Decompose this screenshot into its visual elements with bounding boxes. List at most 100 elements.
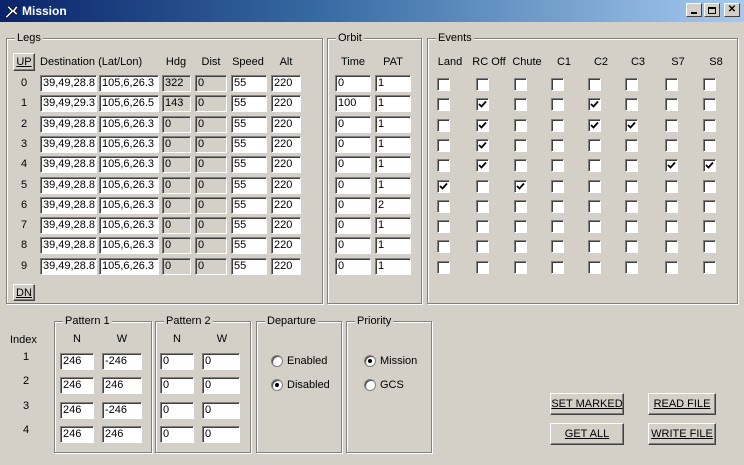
event-checkbox[interactable] [703, 78, 716, 91]
leg-lat-field[interactable]: 39,49,28.8 [40, 237, 97, 255]
pattern2-n-field[interactable]: 0 [160, 401, 194, 419]
event-checkbox[interactable] [437, 138, 450, 152]
event-checkbox[interactable] [437, 118, 450, 132]
leg-lat-field[interactable]: 39,49,29.3 [40, 95, 97, 113]
pattern2-w-field[interactable]: 0 [202, 377, 240, 395]
event-checkbox[interactable] [551, 78, 564, 91]
event-checkbox[interactable] [437, 260, 450, 274]
event-checkbox[interactable] [625, 78, 638, 91]
leg-alt-field[interactable]: 220 [271, 237, 301, 255]
pattern1-w-field[interactable]: -246 [102, 353, 142, 370]
orbit-time-field[interactable]: 0 [335, 75, 371, 92]
write-file-button[interactable]: WRITE FILE [648, 423, 716, 445]
event-checkbox[interactable] [588, 179, 601, 193]
orbit-pat-field[interactable]: 2 [375, 196, 411, 214]
event-checkbox[interactable] [665, 159, 678, 173]
event-checkbox[interactable] [665, 98, 678, 112]
event-checkbox[interactable] [665, 220, 678, 234]
orbit-pat-field[interactable]: 1 [375, 135, 411, 153]
leg-lon-field[interactable]: 105,6,26.3 [99, 257, 159, 275]
event-checkbox[interactable] [588, 118, 601, 132]
pattern2-w-field[interactable]: 0 [202, 353, 240, 370]
leg-lat-field[interactable]: 39,49,28.8 [40, 75, 97, 92]
event-checkbox[interactable] [514, 260, 527, 274]
leg-lat-field[interactable]: 39,49,28.8 [40, 257, 97, 275]
maximize-button[interactable] [704, 3, 720, 17]
event-checkbox[interactable] [588, 78, 601, 91]
pattern1-w-field[interactable]: 246 [102, 377, 142, 395]
event-checkbox[interactable] [476, 220, 489, 234]
event-checkbox[interactable] [514, 98, 527, 112]
leg-lon-field[interactable]: 105,6,26.5 [99, 95, 159, 113]
event-checkbox[interactable] [437, 98, 450, 112]
event-checkbox[interactable] [551, 118, 564, 132]
event-checkbox[interactable] [665, 78, 678, 91]
leg-speed-field[interactable]: 55 [231, 115, 267, 133]
pattern1-n-field[interactable]: 246 [60, 377, 94, 395]
event-checkbox[interactable] [588, 240, 601, 254]
orbit-time-field[interactable]: 0 [335, 196, 371, 214]
event-checkbox[interactable] [703, 260, 716, 274]
event-checkbox[interactable] [476, 118, 489, 132]
orbit-time-field[interactable]: 0 [335, 257, 371, 275]
leg-lon-field[interactable]: 105,6,26.3 [99, 135, 159, 153]
orbit-time-field[interactable]: 100 [335, 95, 371, 113]
pattern2-w-field[interactable]: 0 [202, 425, 240, 443]
event-checkbox[interactable] [437, 179, 450, 193]
leg-alt-field[interactable]: 220 [271, 156, 301, 174]
leg-alt-field[interactable]: 220 [271, 95, 301, 113]
orbit-pat-field[interactable]: 1 [375, 75, 411, 92]
event-checkbox[interactable] [703, 138, 716, 152]
leg-speed-field[interactable]: 55 [231, 217, 267, 235]
event-checkbox[interactable] [476, 260, 489, 274]
leg-lon-field[interactable]: 105,6,26.3 [99, 115, 159, 133]
up-button[interactable]: UP [13, 53, 35, 71]
orbit-time-field[interactable]: 0 [335, 176, 371, 194]
leg-alt-field[interactable]: 220 [271, 196, 301, 214]
event-checkbox[interactable] [437, 220, 450, 234]
event-checkbox[interactable] [703, 240, 716, 254]
pattern1-n-field[interactable]: 246 [60, 425, 94, 443]
event-checkbox[interactable] [588, 159, 601, 173]
leg-lon-field[interactable]: 105,6,26.3 [99, 156, 159, 174]
event-checkbox[interactable] [625, 260, 638, 274]
orbit-pat-field[interactable]: 1 [375, 156, 411, 174]
leg-speed-field[interactable]: 55 [231, 237, 267, 255]
leg-lon-field[interactable]: 105,6,26.3 [99, 217, 159, 235]
priority-mission-radio[interactable] [364, 355, 376, 367]
event-checkbox[interactable] [551, 179, 564, 193]
event-checkbox[interactable] [437, 159, 450, 173]
event-checkbox[interactable] [514, 199, 527, 213]
orbit-pat-field[interactable]: 1 [375, 95, 411, 113]
event-checkbox[interactable] [476, 240, 489, 254]
orbit-time-field[interactable]: 0 [335, 237, 371, 255]
orbit-pat-field[interactable]: 1 [375, 217, 411, 235]
leg-lat-field[interactable]: 39,49,28.8 [40, 135, 97, 153]
event-checkbox[interactable] [588, 260, 601, 274]
orbit-time-field[interactable]: 0 [335, 156, 371, 174]
leg-alt-field[interactable]: 220 [271, 115, 301, 133]
pattern1-w-field[interactable]: 246 [102, 425, 142, 443]
event-checkbox[interactable] [476, 98, 489, 112]
leg-speed-field[interactable]: 55 [231, 176, 267, 194]
event-checkbox[interactable] [514, 240, 527, 254]
priority-gcs-radio[interactable] [364, 379, 376, 391]
event-checkbox[interactable] [551, 138, 564, 152]
event-checkbox[interactable] [665, 138, 678, 152]
event-checkbox[interactable] [588, 138, 601, 152]
pattern2-n-field[interactable]: 0 [160, 377, 194, 395]
event-checkbox[interactable] [665, 118, 678, 132]
event-checkbox[interactable] [665, 240, 678, 254]
event-checkbox[interactable] [703, 199, 716, 213]
event-checkbox[interactable] [665, 179, 678, 193]
orbit-time-field[interactable]: 0 [335, 217, 371, 235]
leg-alt-field[interactable]: 220 [271, 176, 301, 194]
orbit-pat-field[interactable]: 1 [375, 115, 411, 133]
event-checkbox[interactable] [437, 199, 450, 213]
event-checkbox[interactable] [437, 240, 450, 254]
title-bar[interactable]: Mission ✕ [0, 0, 744, 22]
read-file-button[interactable]: READ FILE [648, 393, 716, 415]
event-checkbox[interactable] [625, 138, 638, 152]
event-checkbox[interactable] [437, 78, 450, 91]
event-checkbox[interactable] [665, 199, 678, 213]
